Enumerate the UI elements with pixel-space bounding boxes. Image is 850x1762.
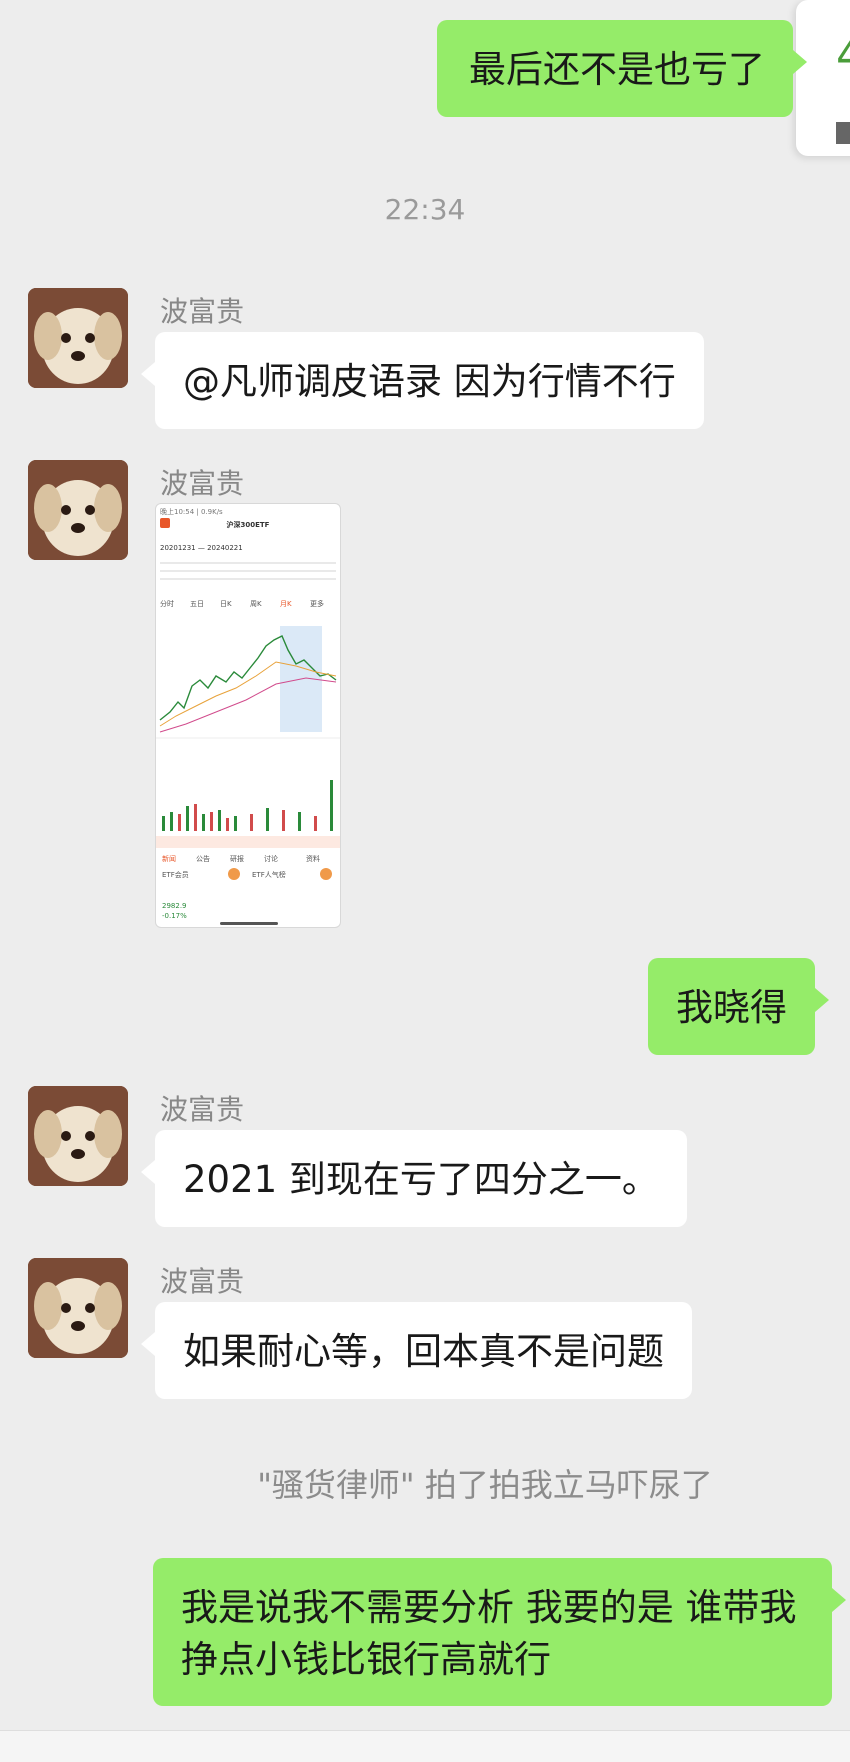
avatar[interactable]: [28, 460, 128, 560]
thumb-tab: 日K: [220, 600, 232, 608]
avatar[interactable]: [28, 1258, 128, 1358]
sender-name: 波富贵: [160, 1265, 245, 1298]
thumb-card-label: ETF会员: [162, 871, 189, 879]
thumb-card-label: ETF人气榜: [252, 871, 286, 879]
thumb-tab: 周K: [250, 600, 262, 608]
puppy-avatar-icon: [28, 1258, 128, 1358]
sender-name: 波富贵: [160, 295, 245, 328]
thumb-bottom-tab: 研报: [230, 855, 244, 863]
thumb-bottom-tab: 新闻: [162, 855, 176, 863]
message-text: 我晓得: [676, 986, 787, 1029]
puppy-avatar-icon: [28, 460, 128, 560]
message-bubble-incoming[interactable]: 2021 到现在亏了四分之一。: [141, 1130, 687, 1227]
thumb-status-bar: 晚上10:54 | 0.9K/s: [160, 508, 223, 516]
thumb-bottom-tab: 公告: [196, 855, 210, 863]
system-pat-notice: "骚货律师" 拍了拍我立马吓尿了: [257, 1466, 713, 1504]
thumb-candlestick-chart: [156, 616, 340, 776]
thumb-tab: 分时: [160, 600, 174, 608]
message-text: @凡师调皮语录 因为行情不行: [183, 360, 676, 403]
message-text: 如果耐心等，回本真不是问题: [183, 1330, 664, 1373]
message-bubble-outgoing[interactable]: 最后还不是也亏了: [437, 20, 807, 117]
bottom-input-bar: [0, 1730, 850, 1762]
thumb-notice-banner: [156, 836, 340, 848]
thumb-bottom-tab: 资料: [306, 855, 320, 863]
floating-widget-glyph: 4: [836, 30, 850, 81]
message-text: 我是说我不需要分析 我要的是 谁带我挣点小钱比银行高就行: [181, 1586, 797, 1681]
sender-name: 波富贵: [160, 1093, 245, 1126]
floating-widget[interactable]: 4: [796, 0, 850, 156]
image-message-thumbnail[interactable]: 晚上10:54 | 0.9K/s 沪深300ETF 20201231 — 202…: [155, 503, 341, 928]
timestamp: 22:34: [384, 193, 466, 226]
thumb-tab: 更多: [310, 600, 324, 608]
puppy-avatar-icon: [28, 1086, 128, 1186]
thumb-tab: 月K: [280, 600, 292, 608]
message-bubble-outgoing[interactable]: 我晓得: [648, 958, 829, 1055]
thumb-stats-block: [160, 556, 336, 596]
puppy-avatar-icon: [28, 288, 128, 388]
avatar[interactable]: [28, 288, 128, 388]
message-text: 2021 到现在亏了四分之一。: [183, 1158, 659, 1201]
fire-icon: [320, 868, 332, 880]
floating-widget-handle: [836, 122, 850, 144]
message-bubble-incoming[interactable]: @凡师调皮语录 因为行情不行: [141, 332, 704, 429]
sender-name: 波富贵: [160, 467, 245, 500]
thumb-home-indicator: [220, 922, 278, 925]
thumb-price: 2982.9: [162, 902, 187, 910]
avatar[interactable]: [28, 1086, 128, 1186]
thumb-bottom-tab: 讨论: [264, 855, 278, 863]
thumb-change: -0.17%: [162, 912, 187, 920]
message-bubble-outgoing[interactable]: 我是说我不需要分析 我要的是 谁带我挣点小钱比银行高就行: [153, 1558, 846, 1706]
thumb-title: 沪深300ETF: [226, 521, 270, 529]
back-icon: [160, 518, 170, 528]
message-bubble-incoming[interactable]: 如果耐心等，回本真不是问题: [141, 1302, 692, 1399]
message-text: 最后还不是也亏了: [469, 48, 765, 91]
thumb-volume-chart: [162, 780, 333, 831]
thumb-date-range: 20201231 — 20240221: [160, 544, 243, 552]
fire-icon: [228, 868, 240, 880]
thumb-tab: 五日: [190, 600, 204, 608]
